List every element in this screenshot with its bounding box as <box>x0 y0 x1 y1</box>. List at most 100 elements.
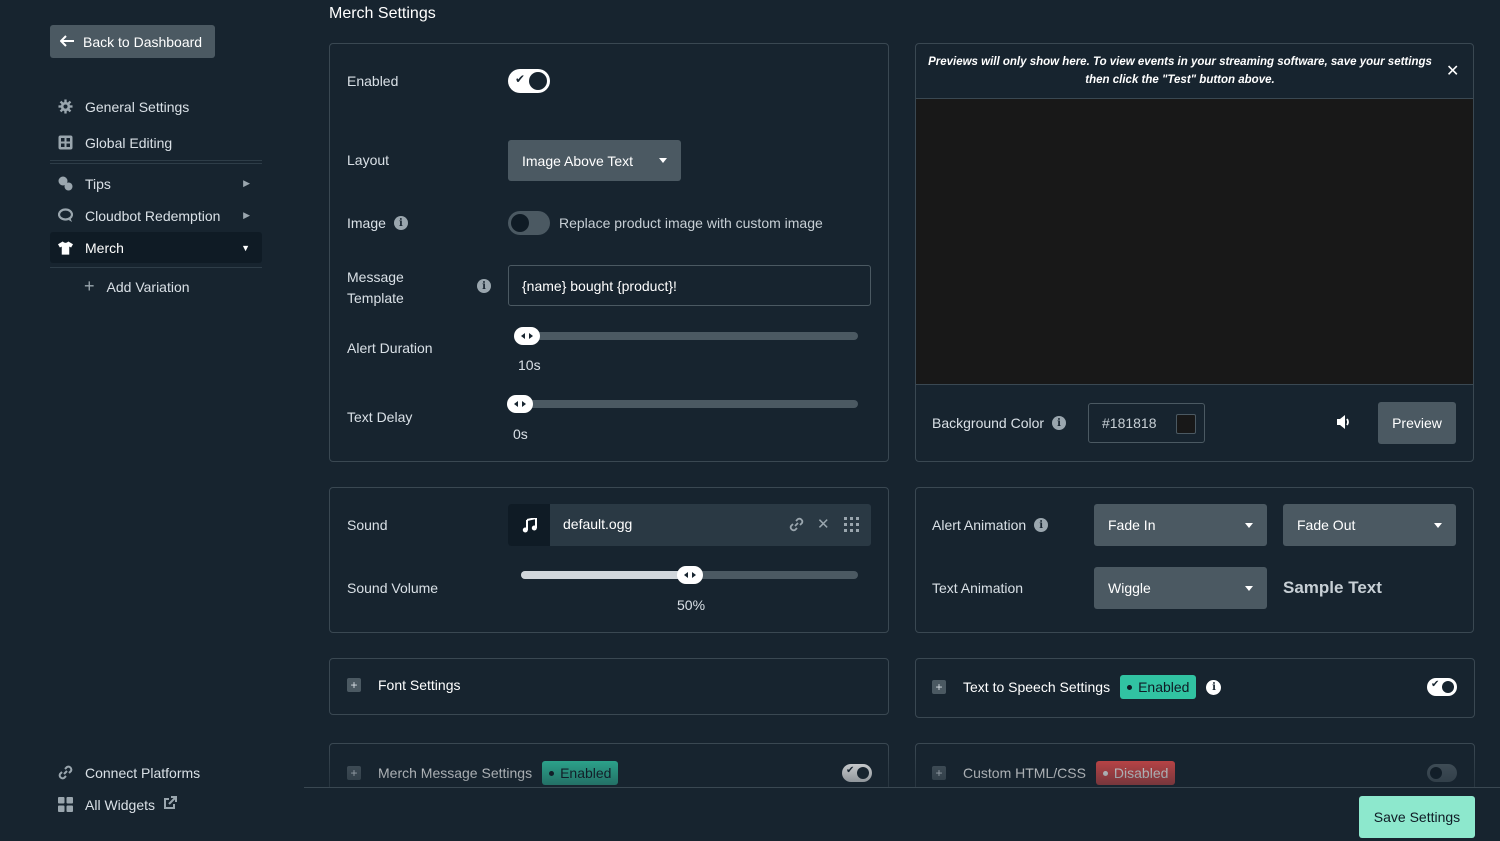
slider-thumb[interactable] <box>507 395 533 413</box>
caret-down-icon <box>1245 585 1253 591</box>
gear-icon <box>58 99 73 114</box>
info-icon[interactable]: i <box>477 279 491 293</box>
animation-out-value: Fade Out <box>1297 517 1356 533</box>
custom-html-expander[interactable]: + Custom HTML/CSS Disabled <box>932 761 1176 785</box>
image-label-row: Image i <box>347 215 408 231</box>
animation-in-select[interactable]: Fade In <box>1094 504 1267 546</box>
enabled-toggle[interactable]: ✔ <box>508 69 550 93</box>
link-icon[interactable] <box>789 517 804 535</box>
info-icon[interactable]: i <box>1034 518 1049 532</box>
preview-button[interactable]: Preview <box>1378 402 1456 444</box>
sidebar-item-label: Merch <box>85 239 124 256</box>
text-animation-select[interactable]: Wiggle <box>1094 567 1267 609</box>
sidebar-item-label: All Widgets <box>85 796 156 813</box>
alert-duration-slider[interactable] <box>514 327 858 345</box>
sidebar-divider <box>50 163 262 164</box>
sidebar: Back to Dashboard General Settings Globa… <box>0 0 304 841</box>
grid-icon <box>58 135 73 150</box>
add-variation-button[interactable]: + Add Variation <box>84 276 190 297</box>
image-label: Image <box>347 215 386 231</box>
sound-volume-slider[interactable] <box>521 566 858 584</box>
arrow-left-icon <box>59 34 75 50</box>
tts-expander[interactable]: + Text to Speech Settings Enabled i <box>932 675 1222 699</box>
background-color-value: #181818 <box>1102 415 1157 431</box>
slider-thumb[interactable] <box>676 566 703 584</box>
status-badge: Enabled <box>1120 675 1197 699</box>
slider-thumb[interactable] <box>514 327 541 345</box>
sound-volume-value: 50% <box>677 597 706 613</box>
enabled-label: Enabled <box>347 73 399 89</box>
animation-out-select[interactable]: Fade Out <box>1283 504 1456 546</box>
status-badge: Disabled <box>1095 761 1176 785</box>
caret-down-icon <box>1434 522 1442 528</box>
layout-select[interactable]: Image Above Text <box>508 140 681 181</box>
sidebar-item-label: Connect Platforms <box>85 764 201 781</box>
back-to-dashboard-button[interactable]: Back to Dashboard <box>50 25 215 58</box>
music-note-icon[interactable] <box>508 504 550 546</box>
sidebar-item-all-widgets[interactable]: All Widgets <box>50 789 262 820</box>
chevron-right-icon: ▶ <box>243 210 250 220</box>
text-animation-label: Text Animation <box>932 580 1024 596</box>
info-icon[interactable]: i <box>1052 416 1067 430</box>
info-icon[interactable]: i <box>1206 679 1222 695</box>
slider-fill <box>521 571 690 579</box>
sidebar-item-connect-platforms[interactable]: Connect Platforms <box>50 757 262 788</box>
save-settings-button[interactable]: Save Settings <box>1359 796 1475 838</box>
sound-label: Sound <box>347 517 388 533</box>
merch-message-label: Merch Message Settings <box>378 765 533 781</box>
sound-file-field[interactable]: default.ogg ✕ <box>508 504 871 546</box>
close-icon[interactable]: ✕ <box>1446 61 1459 81</box>
check-icon: ✔ <box>515 72 526 86</box>
preview-canvas <box>916 99 1473 385</box>
merch-message-toggle[interactable]: ✔ <box>842 764 872 782</box>
sidebar-item-label: Tips <box>85 175 111 192</box>
merch-message-expander[interactable]: + Merch Message Settings Enabled <box>347 761 619 785</box>
chevron-down-icon: ▼ <box>241 242 250 253</box>
alert-duration-label: Alert Duration <box>347 340 433 356</box>
plus-square-icon: + <box>932 680 946 694</box>
message-template-input[interactable]: {name} bought {product}! <box>508 265 871 306</box>
custom-html-label: Custom HTML/CSS <box>963 765 1086 781</box>
clear-icon[interactable]: ✕ <box>817 515 830 533</box>
plus-square-icon: + <box>347 678 361 692</box>
sidebar-item-label: General Settings <box>85 98 190 115</box>
sample-text: Sample Text <box>1283 578 1382 597</box>
font-settings-label: Font Settings <box>378 677 461 693</box>
sidebar-divider <box>50 267 262 268</box>
image-toggle[interactable] <box>508 211 550 235</box>
library-icon[interactable] <box>844 517 859 535</box>
message-template-label: Message Template <box>347 269 404 306</box>
sidebar-item-general-settings[interactable]: General Settings <box>50 91 262 122</box>
caret-down-icon <box>659 158 667 163</box>
status-badge: Enabled <box>542 761 619 785</box>
sidebar-item-label: Global Editing <box>85 134 173 151</box>
page-title: Merch Settings <box>329 5 436 22</box>
widgets-icon <box>58 797 73 812</box>
sound-volume-label: Sound Volume <box>347 580 439 596</box>
sidebar-item-merch[interactable]: Merch ▼ <box>50 232 262 263</box>
sidebar-item-global-editing[interactable]: Global Editing <box>50 127 262 158</box>
text-delay-label: Text Delay <box>347 409 413 425</box>
volume-icon[interactable] <box>1336 414 1353 433</box>
animation-in-value: Fade In <box>1108 517 1156 533</box>
background-color-input[interactable]: #181818 <box>1088 403 1205 443</box>
preview-note: Previews will only show here. To view ev… <box>928 55 1432 86</box>
coins-icon <box>58 176 73 191</box>
text-delay-slider[interactable] <box>507 395 858 413</box>
plus-icon: + <box>84 276 95 296</box>
sidebar-divider <box>50 160 262 161</box>
info-icon[interactable]: i <box>393 216 408 230</box>
color-swatch[interactable] <box>1176 414 1196 434</box>
bottom-bar <box>304 787 1500 841</box>
tts-toggle[interactable]: ✔ <box>1427 678 1457 696</box>
sidebar-item-tips[interactable]: Tips ▶ <box>50 168 262 199</box>
sidebar-item-cloudbot-redemption[interactable]: Cloudbot Redemption ▶ <box>50 200 262 231</box>
plus-square-icon: + <box>932 766 946 780</box>
chevron-right-icon: ▶ <box>243 178 250 188</box>
custom-html-toggle[interactable] <box>1427 764 1457 782</box>
alert-animation-label: Alert Animation <box>932 517 1027 533</box>
font-settings-expander[interactable]: + Font Settings <box>347 677 461 693</box>
plus-square-icon: + <box>347 766 361 780</box>
alert-duration-value: 10s <box>518 357 541 373</box>
alert-animation-label-row: Alert Animation i <box>932 517 1049 533</box>
